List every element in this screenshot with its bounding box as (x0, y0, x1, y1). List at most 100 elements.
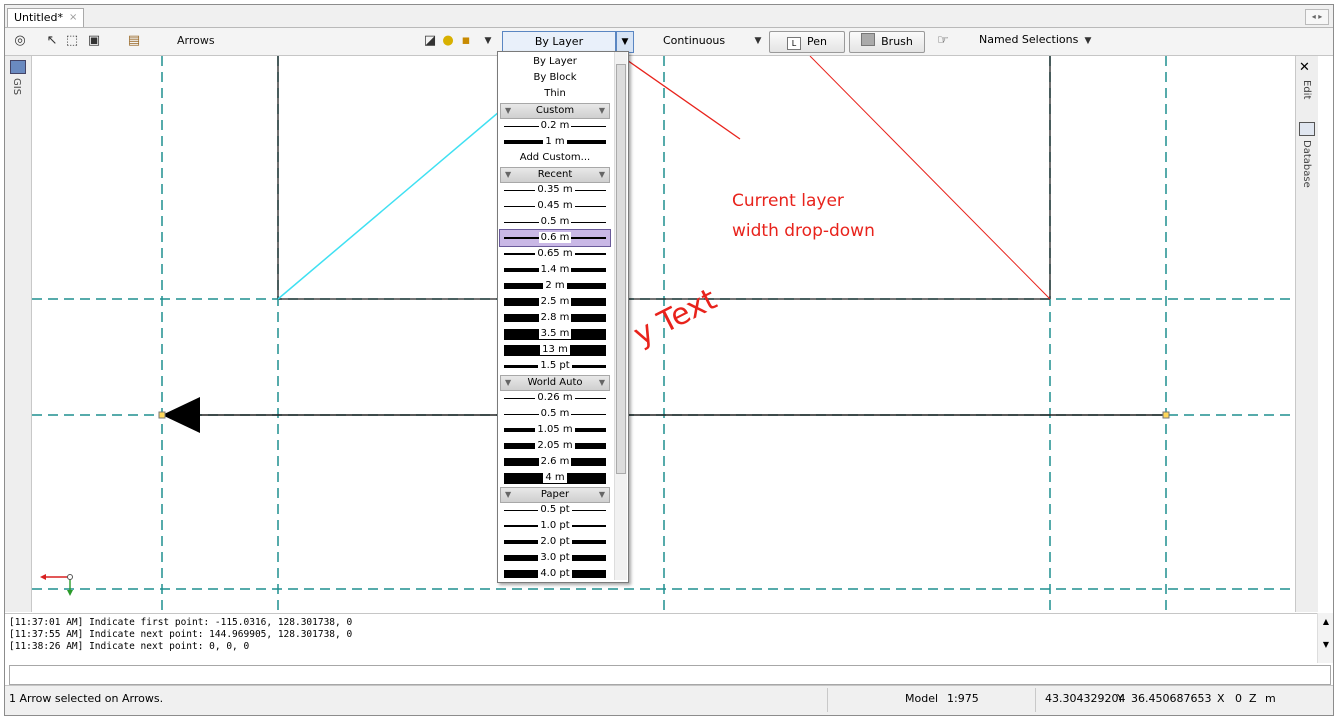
log-line: [11:37:55 AM] Indicate next point: 144.9… (9, 629, 353, 640)
dropdown-width-option[interactable]: 3.0 pt (500, 550, 610, 566)
add-custom-option[interactable]: Add Custom... (500, 150, 610, 166)
database-panel-tab[interactable]: Database (1301, 140, 1312, 188)
dropdown-width-option[interactable]: 2 m (500, 278, 610, 294)
custom-section-header[interactable]: ▼ Custom ▼ (500, 103, 610, 119)
snap-magnifier-icon[interactable]: ◎ (11, 32, 29, 50)
collapse-chevron-icon: ▼ (598, 106, 605, 115)
dropdown-option[interactable]: By Block (500, 70, 610, 86)
dropdown-option-label: 1.05 m (535, 424, 575, 435)
world-auto-section-header[interactable]: ▼ World Auto ▼ (500, 375, 610, 391)
dropdown-section-title: Paper (540, 489, 570, 500)
brush-button[interactable]: Brush (849, 31, 925, 53)
brush-swatch-icon (861, 33, 876, 46)
command-history: [11:37:01 AM] Indicate first point: -115… (5, 613, 1317, 663)
chevron-down-icon[interactable]: ▼ (479, 32, 497, 50)
lightbulb-icon[interactable]: ● (439, 32, 457, 50)
lasso-select-icon[interactable]: ⬚ (63, 32, 81, 50)
collapse-chevron-icon: ▼ (505, 170, 512, 179)
dropdown-option-label: 2.8 m (538, 312, 572, 323)
scale-value[interactable]: 1:975 (947, 692, 979, 705)
annotation-callout: Current layer width drop-down (732, 186, 875, 246)
tools-icon[interactable]: ✕ (1299, 60, 1310, 75)
dropdown-width-option[interactable]: 0.2 m (500, 118, 610, 134)
dropdown-width-option[interactable]: 1.5 pt (500, 358, 610, 374)
chevron-down-icon[interactable]: ▼ (1079, 32, 1097, 50)
dropdown-width-option[interactable]: 0.65 m (500, 246, 610, 262)
left-sidebar: GIS (5, 56, 32, 612)
log-line: [11:38:26 AM] Indicate next point: 0, 0,… (9, 641, 250, 652)
line-type-dropdown[interactable]: Continuous (663, 34, 725, 47)
layers-icon[interactable]: ▤ (125, 32, 143, 50)
line-width-dropdown-list[interactable]: By Layer By Block Thin ▼ Custom ▼ 0.2 m 1 m Add … (497, 51, 629, 583)
edit-panel-tab[interactable]: Edit (1301, 80, 1312, 99)
application-window: Untitled* × ◂ ▸ ◎ ↖ ⬚ ▣ ▤ Arrows ◪ ● ▪ ▼… (4, 4, 1334, 716)
layer-color-icon[interactable]: ◪ (421, 32, 439, 50)
scroll-up-icon[interactable]: ▲ (1318, 617, 1333, 626)
collapse-chevron-icon: ▼ (505, 378, 512, 387)
dropdown-width-option[interactable]: 2.6 m (500, 454, 610, 470)
dropdown-option[interactable]: Thin (500, 86, 610, 102)
gis-panel-tab[interactable]: GIS (11, 78, 22, 95)
dropdown-width-option[interactable]: 2.5 m (500, 294, 610, 310)
line-width-combo-value: By Layer (534, 35, 584, 48)
dropdown-width-option[interactable]: 1 m (500, 134, 610, 150)
dropdown-width-option[interactable]: 2.05 m (500, 438, 610, 454)
dropdown-width-option[interactable]: 0.5 m (500, 406, 610, 422)
dropdown-width-option[interactable]: 0.45 m (500, 198, 610, 214)
database-icon[interactable] (1299, 122, 1315, 136)
dropdown-width-option[interactable]: 13 m (500, 342, 610, 358)
dropdown-width-option[interactable]: 3.5 m (500, 326, 610, 342)
named-selections-dropdown[interactable]: Named Selections (979, 33, 1078, 46)
dropdown-width-option[interactable]: 2.0 pt (500, 534, 610, 550)
status-bar: 1 Arrow selected on Arrows. Model 1:975 … (5, 685, 1333, 715)
dropdown-width-option[interactable]: 0.5 pt (500, 502, 610, 518)
recent-section-header[interactable]: ▼ Recent ▼ (500, 167, 610, 183)
collapse-chevron-icon: ▼ (505, 490, 512, 499)
dropdown-width-option[interactable]: 0.35 m (500, 182, 610, 198)
gis-icon[interactable] (10, 60, 26, 74)
dropdown-width-option[interactable]: 0.26 m (500, 390, 610, 406)
collapse-chevron-icon: ▼ (598, 170, 605, 179)
log-line: [11:37:01 AM] Indicate first point: -115… (9, 617, 353, 628)
toolbar: ◎ ↖ ⬚ ▣ ▤ Arrows ◪ ● ▪ ▼ By Layer ▼ Cont… (5, 28, 1333, 56)
dropdown-option-label: 13 m (540, 344, 570, 355)
select-objects-icon[interactable]: ▣ (85, 32, 103, 50)
log-scrollbar[interactable]: ▲ ▼ (1317, 613, 1333, 663)
tab-navigation-arrows-icon[interactable]: ◂ ▸ (1305, 9, 1329, 25)
ucs-y-arrow (67, 590, 73, 596)
current-layer-name[interactable]: Arrows (177, 34, 215, 47)
dropdown-width-option[interactable]: 2.8 m (500, 310, 610, 326)
dropdown-width-option[interactable]: 1.4 m (500, 262, 610, 278)
dropdown-option-label: 0.35 m (535, 184, 575, 195)
drawing-canvas[interactable]: y Text Current layer width drop-down (32, 44, 1294, 612)
pen-button[interactable]: L Pen (769, 31, 845, 53)
command-line-input[interactable] (9, 665, 1331, 685)
line-width-combo[interactable]: By Layer (502, 31, 616, 53)
dropdown-width-option[interactable]: 1.0 pt (500, 518, 610, 534)
dropdown-scroll-thumb[interactable] (616, 64, 626, 474)
pen-key-label: L (787, 37, 801, 50)
pointing-hand-icon[interactable]: ☞ (929, 32, 957, 50)
dropdown-scrollbar[interactable] (614, 52, 627, 580)
document-tab[interactable]: Untitled* × (7, 8, 85, 27)
dropdown-option-label: 2.5 m (538, 296, 572, 307)
scroll-down-icon[interactable]: ▼ (1318, 640, 1333, 649)
select-arrow-icon[interactable]: ↖ (43, 32, 61, 50)
dropdown-width-option[interactable]: 0.5 m (500, 214, 610, 230)
dropdown-width-option[interactable]: 1.05 m (500, 422, 610, 438)
right-sidebar: ✕ Edit Database (1295, 56, 1318, 612)
dropdown-option-label: 0.2 m (538, 120, 572, 131)
dropdown-width-option[interactable]: 0.6 m (499, 229, 611, 247)
dropdown-width-option[interactable]: 4.0 pt (500, 566, 610, 582)
annotation-pointer-line (613, 50, 741, 140)
dropdown-option-label: 3.5 m (538, 328, 572, 339)
paper-section-header[interactable]: ▼ Paper ▼ (500, 487, 610, 503)
x-coordinate-label: X (1217, 692, 1225, 705)
lock-icon[interactable]: ▪ (457, 32, 475, 50)
line-width-dropdown-button[interactable]: ▼ (616, 31, 634, 53)
dropdown-width-option[interactable]: 4 m (500, 470, 610, 486)
close-icon[interactable]: × (69, 9, 77, 27)
dropdown-option[interactable]: By Layer (500, 54, 610, 70)
model-space-toggle[interactable]: Model (905, 692, 938, 705)
chevron-down-icon[interactable]: ▼ (749, 32, 767, 50)
